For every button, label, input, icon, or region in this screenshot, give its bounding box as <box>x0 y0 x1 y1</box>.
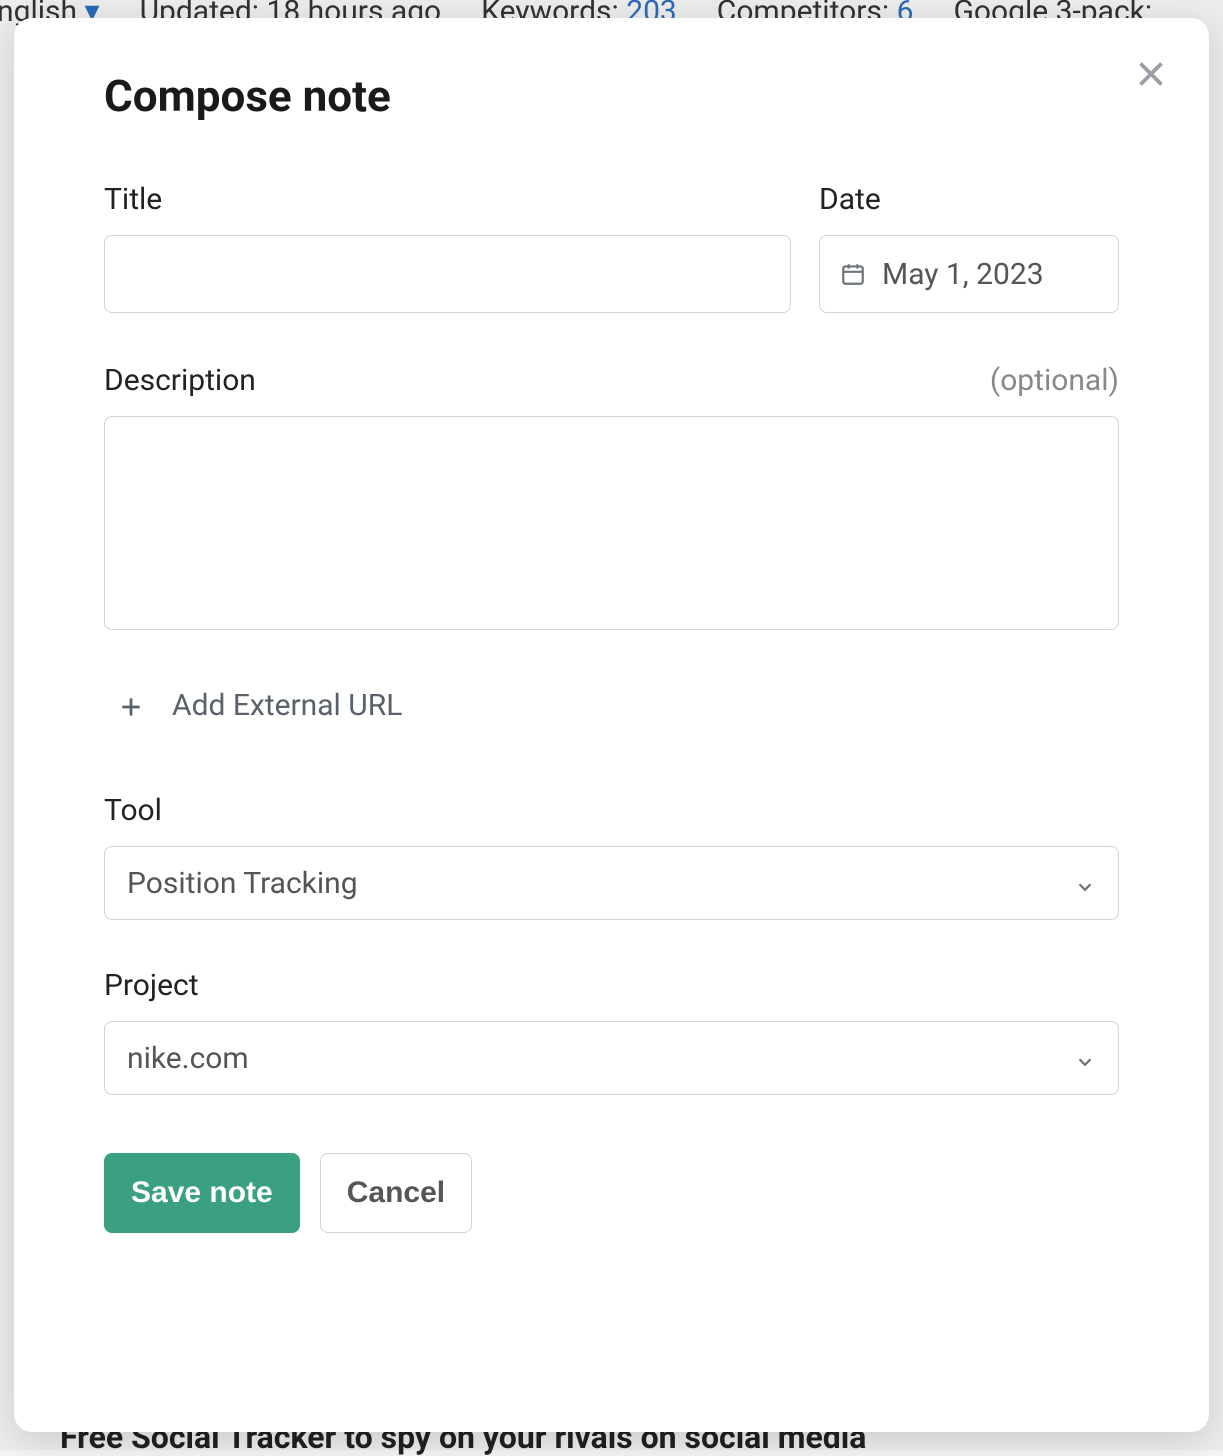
title-input[interactable] <box>104 235 791 313</box>
close-icon <box>1133 56 1169 96</box>
tool-field: Tool Position Tracking <box>104 793 1119 920</box>
title-field: Title <box>104 182 791 313</box>
date-value: May 1, 2023 <box>882 257 1044 292</box>
chevron-down-icon <box>1074 872 1096 894</box>
description-optional: (optional) <box>990 363 1119 398</box>
tool-selected-value: Position Tracking <box>127 866 358 901</box>
modal-actions: Save note Cancel <box>104 1153 1119 1233</box>
project-selected-value: nike.com <box>127 1041 249 1076</box>
title-label: Title <box>104 182 162 217</box>
date-label: Date <box>819 182 881 217</box>
add-external-url-button[interactable]: Add External URL <box>118 688 402 723</box>
project-select[interactable]: nike.com <box>104 1021 1119 1095</box>
project-label: Project <box>104 968 199 1003</box>
add-external-url-label: Add External URL <box>172 688 402 723</box>
compose-note-modal: Compose note Title Date May 1, 2023 Desc… <box>14 18 1209 1432</box>
tool-select[interactable]: Position Tracking <box>104 846 1119 920</box>
close-button[interactable] <box>1129 54 1173 98</box>
description-textarea[interactable] <box>104 416 1119 630</box>
project-field: Project nike.com <box>104 968 1119 1095</box>
date-picker[interactable]: May 1, 2023 <box>819 235 1119 313</box>
cancel-button[interactable]: Cancel <box>320 1153 472 1233</box>
description-label: Description <box>104 363 256 398</box>
tool-label: Tool <box>104 793 162 828</box>
calendar-icon <box>840 261 866 287</box>
date-field: Date May 1, 2023 <box>819 182 1119 313</box>
save-note-button[interactable]: Save note <box>104 1153 300 1233</box>
plus-icon <box>118 693 144 719</box>
modal-title: Compose note <box>104 70 1119 122</box>
chevron-down-icon <box>1074 1047 1096 1069</box>
